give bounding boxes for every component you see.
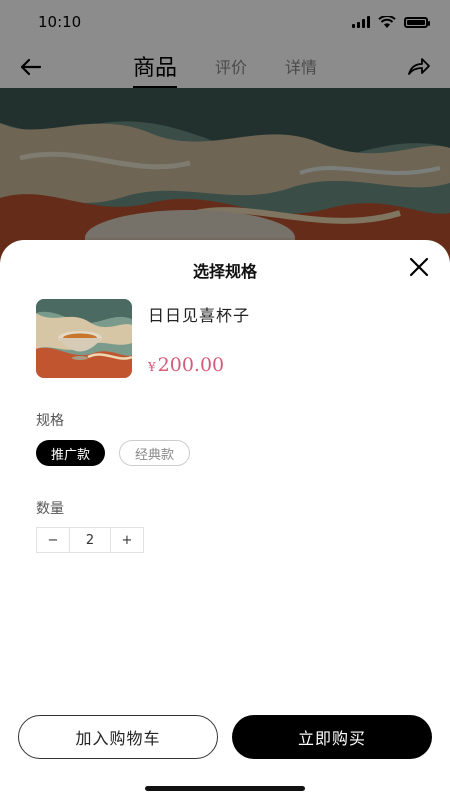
decrement-button[interactable]: −: [37, 528, 69, 552]
quantity-stepper: − 2 +: [36, 527, 144, 553]
home-indicator: [145, 786, 305, 791]
quantity-label: 数量: [36, 501, 64, 517]
spec-label: 规格: [36, 413, 64, 429]
product-thumbnail: [36, 299, 132, 378]
spec-options: 推广款 经典款: [36, 440, 191, 466]
spec-selection-sheet: 选择规格 日日见喜杯子 ¥200.00 规格 推广款 经典款 数量 − 2 + …: [0, 240, 450, 800]
increment-button[interactable]: +: [111, 528, 143, 552]
quantity-value[interactable]: 2: [69, 528, 111, 552]
product-price: ¥200.00: [148, 354, 224, 376]
add-to-cart-button[interactable]: 加入购物车: [18, 715, 218, 759]
product-name: 日日见喜杯子: [148, 306, 251, 325]
spec-option-classic[interactable]: 经典款: [119, 440, 191, 466]
spec-option-promo[interactable]: 推广款: [36, 440, 106, 466]
close-icon[interactable]: [406, 254, 432, 280]
sheet-title: 选择规格: [192, 262, 257, 281]
currency-symbol: ¥: [148, 360, 156, 374]
price-value: 200.00: [157, 354, 225, 376]
buy-now-button[interactable]: 立即购买: [232, 715, 432, 759]
